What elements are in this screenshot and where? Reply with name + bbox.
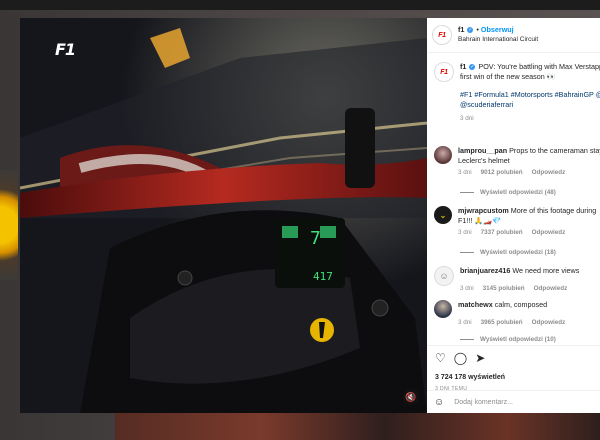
comment-item: ☺ brianjuarez416 We need more views 3 dn… [427, 266, 600, 292]
comment-text: calm, composed [494, 300, 548, 309]
comment-age: 3 dni [458, 169, 472, 176]
caption-text: POV: You're battling with Max Verstapp [478, 62, 600, 71]
avatar[interactable] [434, 146, 452, 164]
background-top-strip [0, 0, 600, 10]
comment-likes[interactable]: 9012 polubień [481, 169, 523, 176]
comment-likes[interactable]: 3145 polubień [483, 285, 525, 292]
comment-age: 3 dni [460, 284, 474, 292]
background-left-graphic [0, 170, 18, 280]
onboard-camera-frame: 7 417 [20, 18, 427, 413]
heart-icon[interactable]: ♡ [435, 351, 446, 365]
verified-badge-icon: ✓ [467, 27, 474, 34]
post-caption: F1 f1 ✓ POV: You're battling with Max Ve… [427, 62, 600, 122]
comment-icon[interactable]: ◯ [454, 351, 467, 365]
avatar[interactable]: ☺ [434, 266, 454, 286]
comment-text: More of this footage during [510, 206, 597, 215]
view-replies-button[interactable]: Wyświetl odpowiedzi (48) [460, 189, 556, 196]
comment-text: We need more views [512, 266, 580, 275]
view-replies-button[interactable]: Wyświetl odpowiedzi (10) [460, 336, 556, 343]
caption-text-line2: first win of the new season 👀 [460, 71, 556, 81]
caption-username[interactable]: f1 [460, 62, 466, 71]
reply-button[interactable]: Odpowiedz [532, 169, 566, 176]
comment-item: matchewx calm, composed 3 dni 3965 polubi… [427, 300, 600, 326]
post-header: F1 f1 ✓ • Obserwuj Bahrain International… [427, 18, 600, 53]
share-icon[interactable]: ➤ [475, 351, 485, 365]
comment-text-line2: F1!!! 🙏🏎️💎 [458, 215, 502, 225]
avatar[interactable]: F1 [432, 25, 452, 45]
author-username[interactable]: f1 [458, 25, 464, 34]
speaker-muted-icon[interactable]: 🔇 [403, 389, 419, 405]
view-replies-button[interactable]: Wyświetl odpowiedzi (18) [460, 249, 556, 256]
dash-gear-text: 7 [310, 228, 321, 249]
comment-username[interactable]: lamprou__pan [458, 146, 507, 155]
dash-speed-text: 417 [313, 270, 333, 283]
reply-button[interactable]: Odpowiedz [534, 285, 568, 292]
avatar[interactable]: F1 [434, 62, 454, 82]
caption-age: 3 dni [460, 115, 474, 122]
post-panel: F1 f1 ✓ • Obserwuj Bahrain International… [427, 18, 600, 413]
comment-likes[interactable]: 3965 polubień [481, 319, 523, 326]
f1-watermark-logo: F1 [55, 40, 76, 59]
comment-composer: ☺ Dodaj komentarz... [427, 390, 600, 413]
comment-input[interactable]: Dodaj komentarz... [454, 399, 513, 406]
comment-text: Props to the cameraman stay [509, 146, 600, 155]
comment-text-line2: Leclerc's helmet [458, 155, 510, 165]
comment-age: 3 dni [458, 229, 472, 236]
view-count[interactable]: 3 724 178 wyświetleń [435, 374, 505, 381]
post-footer: ♡ ◯ ➤ 3 724 178 wyświetleń 3 DNI TEMU ☺ … [427, 345, 600, 413]
comment-username[interactable]: brianjuarez416 [460, 266, 510, 275]
comment-likes[interactable]: 7337 polubień [481, 229, 523, 236]
comment-age: 3 dni [458, 318, 472, 326]
verified-badge-icon: ✓ [469, 64, 476, 71]
reply-button[interactable]: Odpowiedz [532, 319, 566, 326]
comment-username[interactable]: matchewx [458, 300, 493, 309]
reply-button[interactable]: Odpowiedz [532, 229, 566, 236]
emoji-icon[interactable]: ☺ [434, 397, 444, 408]
post-location[interactable]: Bahrain International Circuit [458, 35, 538, 45]
avatar[interactable]: ⌄ [434, 206, 452, 224]
follow-button[interactable]: Obserwuj [481, 25, 514, 34]
post-actions: ♡ ◯ ➤ [435, 351, 485, 365]
comments-list[interactable]: F1 f1 ✓ POV: You're battling with Max Ve… [427, 53, 600, 346]
caption-hashtags[interactable]: #F1 #Formula1 #Motorsports #BahrainGP @ [460, 90, 600, 100]
background-bottom-strip [115, 412, 600, 440]
comment-item: ⌄ mjwrapcustom More of this footage duri… [427, 206, 600, 236]
avatar[interactable] [434, 300, 452, 318]
post-video[interactable]: 7 417 F1 🔇 [20, 18, 427, 413]
comment-item: lamprou__pan Props to the cameraman stay… [427, 146, 600, 176]
comment-username[interactable]: mjwrapcustom [458, 206, 509, 215]
caption-mention[interactable]: @scuderiaferrari [460, 100, 600, 110]
